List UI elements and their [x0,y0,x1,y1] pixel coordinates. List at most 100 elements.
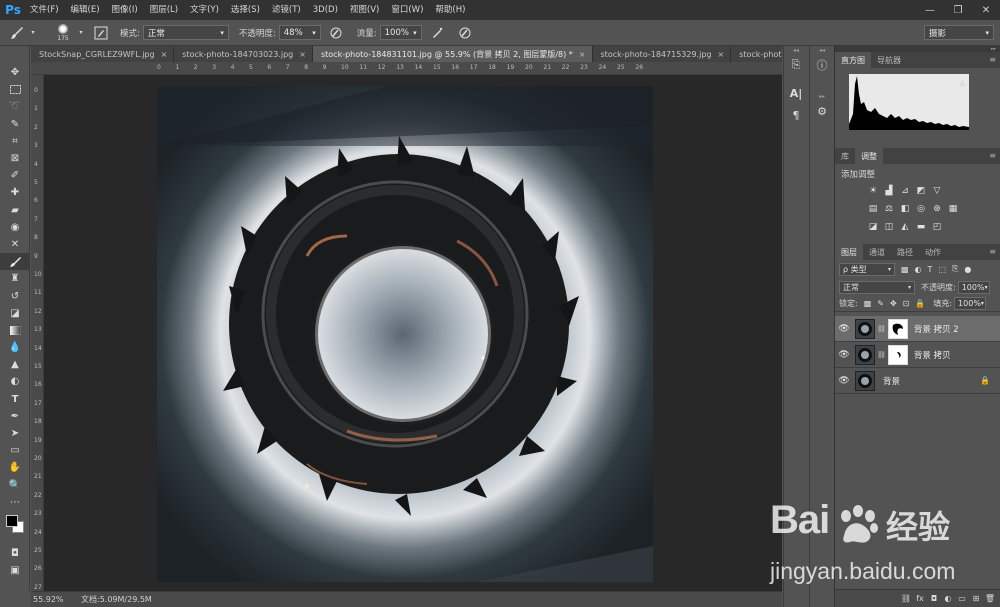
selective-color-icon[interactable]: ◰ [929,219,945,235]
close-icon[interactable]: × [717,50,724,59]
posterize-icon[interactable]: ◫ [881,219,897,235]
zoom-tool-icon[interactable]: 🔍 [0,477,30,494]
path-selection-tool-icon[interactable]: ➤ [0,425,30,442]
link-icon[interactable]: ⛓ [877,325,886,333]
info-panel-icon[interactable]: ⓘ [810,54,834,76]
layer-mask-thumbnail[interactable] [887,318,908,339]
lock-transparent-icon[interactable]: ▩ [864,299,872,308]
color-lookup-icon[interactable]: ▦ [945,201,961,217]
layer-name[interactable]: 背景 拷贝 [914,349,951,361]
warning-icon[interactable]: ▲ [959,78,966,88]
tab-libraries[interactable]: 库 [835,148,855,164]
layer-name[interactable]: 背景 拷贝 2 [914,323,959,335]
filter-smart-object-icon[interactable]: ⎘ [952,264,958,274]
flow-input[interactable]: 100% ▾ [379,25,422,40]
panel-menu-icon[interactable]: ≡ [989,247,996,256]
more-tools-icon[interactable]: ⋯ [0,494,30,511]
screen-mode-icon[interactable]: ▣ [0,562,30,579]
tab-layers[interactable]: 图层 [835,244,863,260]
lock-all-icon[interactable]: 🔒 [915,299,925,308]
quick-selection-tool-icon[interactable]: ✎ [0,116,30,133]
menu-edit[interactable]: 编辑(E) [65,0,106,20]
tab-histogram[interactable]: 直方图 [835,52,871,68]
collapse-arrows-icon[interactable]: ◂◂ [784,46,808,54]
crop-tool-icon[interactable]: ⌗ [0,133,30,150]
panel-menu-icon[interactable]: ≡ [989,151,996,160]
brush-picker[interactable]: 175 [50,21,76,45]
document-image[interactable] [157,86,653,582]
tab-adjustments[interactable]: 调整 [855,148,883,164]
fill-input[interactable]: 100% ▾ [954,297,987,310]
close-button[interactable]: ✕ [972,0,1000,20]
filter-pixel-icon[interactable]: ▩ [901,265,909,274]
blur-tool-icon[interactable]: 💧 [0,339,30,356]
curves-icon[interactable]: ⊿ [897,183,913,199]
mode-select[interactable]: 正常 ▾ [142,25,229,40]
minimize-button[interactable]: — [916,0,944,20]
new-group-icon[interactable]: ▭ [955,594,969,603]
content-aware-move-tool-icon[interactable]: ✕ [0,236,30,253]
gradient-map-icon[interactable]: ▬ [913,219,929,235]
type-tool-icon[interactable]: T [0,391,30,408]
levels-icon[interactable]: ▟ [881,183,897,199]
healing-brush-tool-icon[interactable]: ✚ [0,184,30,201]
filter-toggle-icon[interactable]: ● [964,265,971,274]
close-icon[interactable]: × [299,50,306,59]
delete-layer-icon[interactable]: 🗑 [983,594,997,603]
menu-view[interactable]: 视图(V) [344,0,385,20]
lock-artboard-icon[interactable]: ⊡ [903,299,910,308]
pressure-size-icon[interactable] [454,22,476,44]
channel-mixer-icon[interactable]: ⊛ [929,201,945,217]
link-layers-icon[interactable]: ⛓ [899,594,913,603]
pressure-opacity-icon[interactable] [325,22,347,44]
menu-window[interactable]: 窗口(W) [385,0,429,20]
layer-thumbnail[interactable] [855,370,875,391]
dodge-tool-icon[interactable]: ◐ [0,373,30,390]
tab-184831101-active[interactable]: stock-photo-184831101.jpg @ 55.9% (背景 拷贝… [312,46,593,62]
tab-184715329[interactable]: stock-photo-184715329.jpg × [592,46,732,62]
hand-tool-icon[interactable]: ✋ [0,459,30,476]
layer-opacity-input[interactable]: 100% ▾ [957,280,990,294]
layer-mask-thumbnail[interactable] [887,344,908,365]
new-adjustment-layer-icon[interactable]: ◐ [941,594,955,603]
workspace-select[interactable]: 摄影 ▾ [924,25,994,40]
gradient-tool-icon[interactable] [0,322,30,339]
horizontal-ruler[interactable]: 0 1 2 3 4 5 6 7 8 9 10 11 12 13 14 15 16 17 18 19 20 21 22 23 24… [31,62,782,75]
eye-icon[interactable]: 👁 [835,350,853,360]
layer-style-icon[interactable]: fx [913,594,927,603]
black-white-icon[interactable]: ◧ [897,201,913,217]
dropdown-arrow-icon[interactable]: ▾ [76,22,86,44]
lasso-tool-icon[interactable]: ➰ [0,98,30,115]
red-eye-tool-icon[interactable]: ◉ [0,219,30,236]
tab-actions[interactable]: 动作 [919,244,947,260]
sharpen-tool-icon[interactable]: ▲ [0,356,30,373]
eraser-tool-icon[interactable]: ◪ [0,305,30,322]
quick-mask-icon[interactable]: ◘ [0,545,30,562]
photo-filter-icon[interactable]: ◎ [913,201,929,217]
tab-channels[interactable]: 通道 [863,244,891,260]
layer-name[interactable]: 背景 [883,375,900,387]
invert-icon[interactable]: ◪ [865,219,881,235]
menu-file[interactable]: 文件(F) [24,0,65,20]
layer-filter-select[interactable]: ρ 类型 ▾ [839,262,895,276]
eyedropper-tool-icon[interactable]: ✐ [0,167,30,184]
color-swatches[interactable] [0,511,30,539]
tab-1846922[interactable]: stock-photo-1846922 [731,46,782,62]
tab-184703023[interactable]: stock-photo-184703023.jpg × [174,46,313,62]
opacity-input[interactable]: 48% ▾ [278,25,321,40]
document-size[interactable]: 文档:5.09M/29.5M [81,594,152,605]
lock-position-icon[interactable]: ✥ [890,299,897,308]
menu-3d[interactable]: 3D(D) [307,0,344,20]
brush-tool-preset-icon[interactable] [6,22,28,44]
restore-button[interactable]: ❐ [944,0,972,20]
close-icon[interactable]: × [579,50,586,59]
add-mask-icon[interactable]: ◘ [927,594,941,603]
menu-help[interactable]: 帮助(H) [429,0,471,20]
exposure-icon[interactable]: ◩ [913,183,929,199]
properties-panel-icon[interactable]: ⚙ [810,100,834,122]
history-panel-icon[interactable]: ⎘ [784,54,808,76]
filter-adjustment-icon[interactable]: ◐ [915,265,922,274]
eye-icon[interactable]: 👁 [835,376,853,386]
layer-row[interactable]: 👁 背景 🔒 [835,368,1000,394]
panel-menu-icon[interactable]: ≡ [989,55,996,64]
